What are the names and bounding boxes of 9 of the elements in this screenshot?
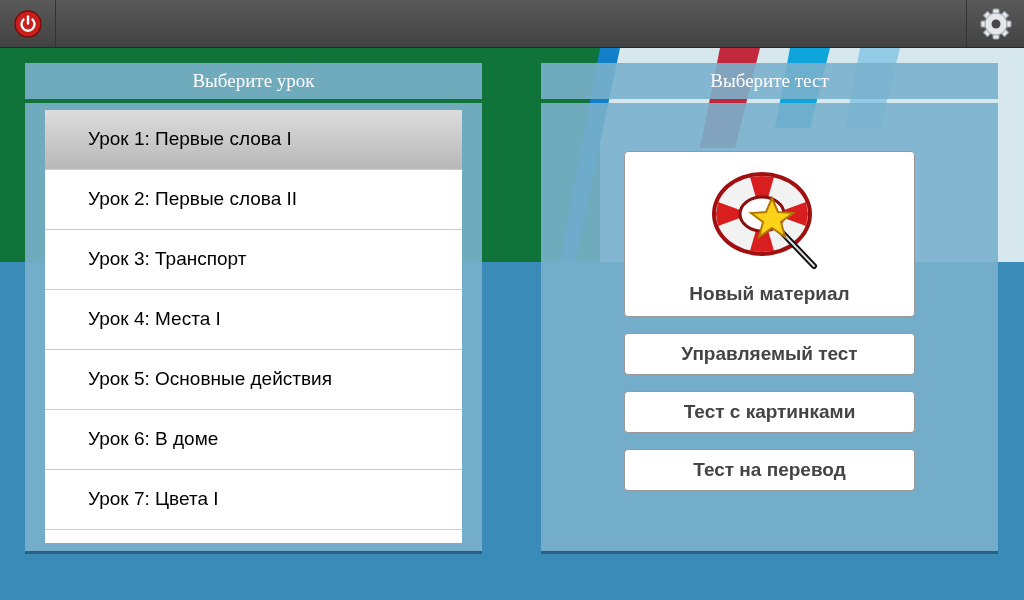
new-material-button[interactable]: Новый материал xyxy=(624,151,915,317)
test-button[interactable]: Тест на перевод xyxy=(624,449,915,491)
panel-header: Выберите урок xyxy=(25,63,482,99)
power-icon[interactable] xyxy=(13,9,42,38)
lesson-item[interactable]: Урок 1: Первые слова I xyxy=(45,110,462,170)
panel-header: Выберите тест xyxy=(541,63,998,99)
test-button[interactable]: Управляемый тест xyxy=(624,333,915,375)
test-button[interactable]: Тест с картинками xyxy=(624,391,915,433)
settings-icon[interactable] xyxy=(978,6,1013,41)
